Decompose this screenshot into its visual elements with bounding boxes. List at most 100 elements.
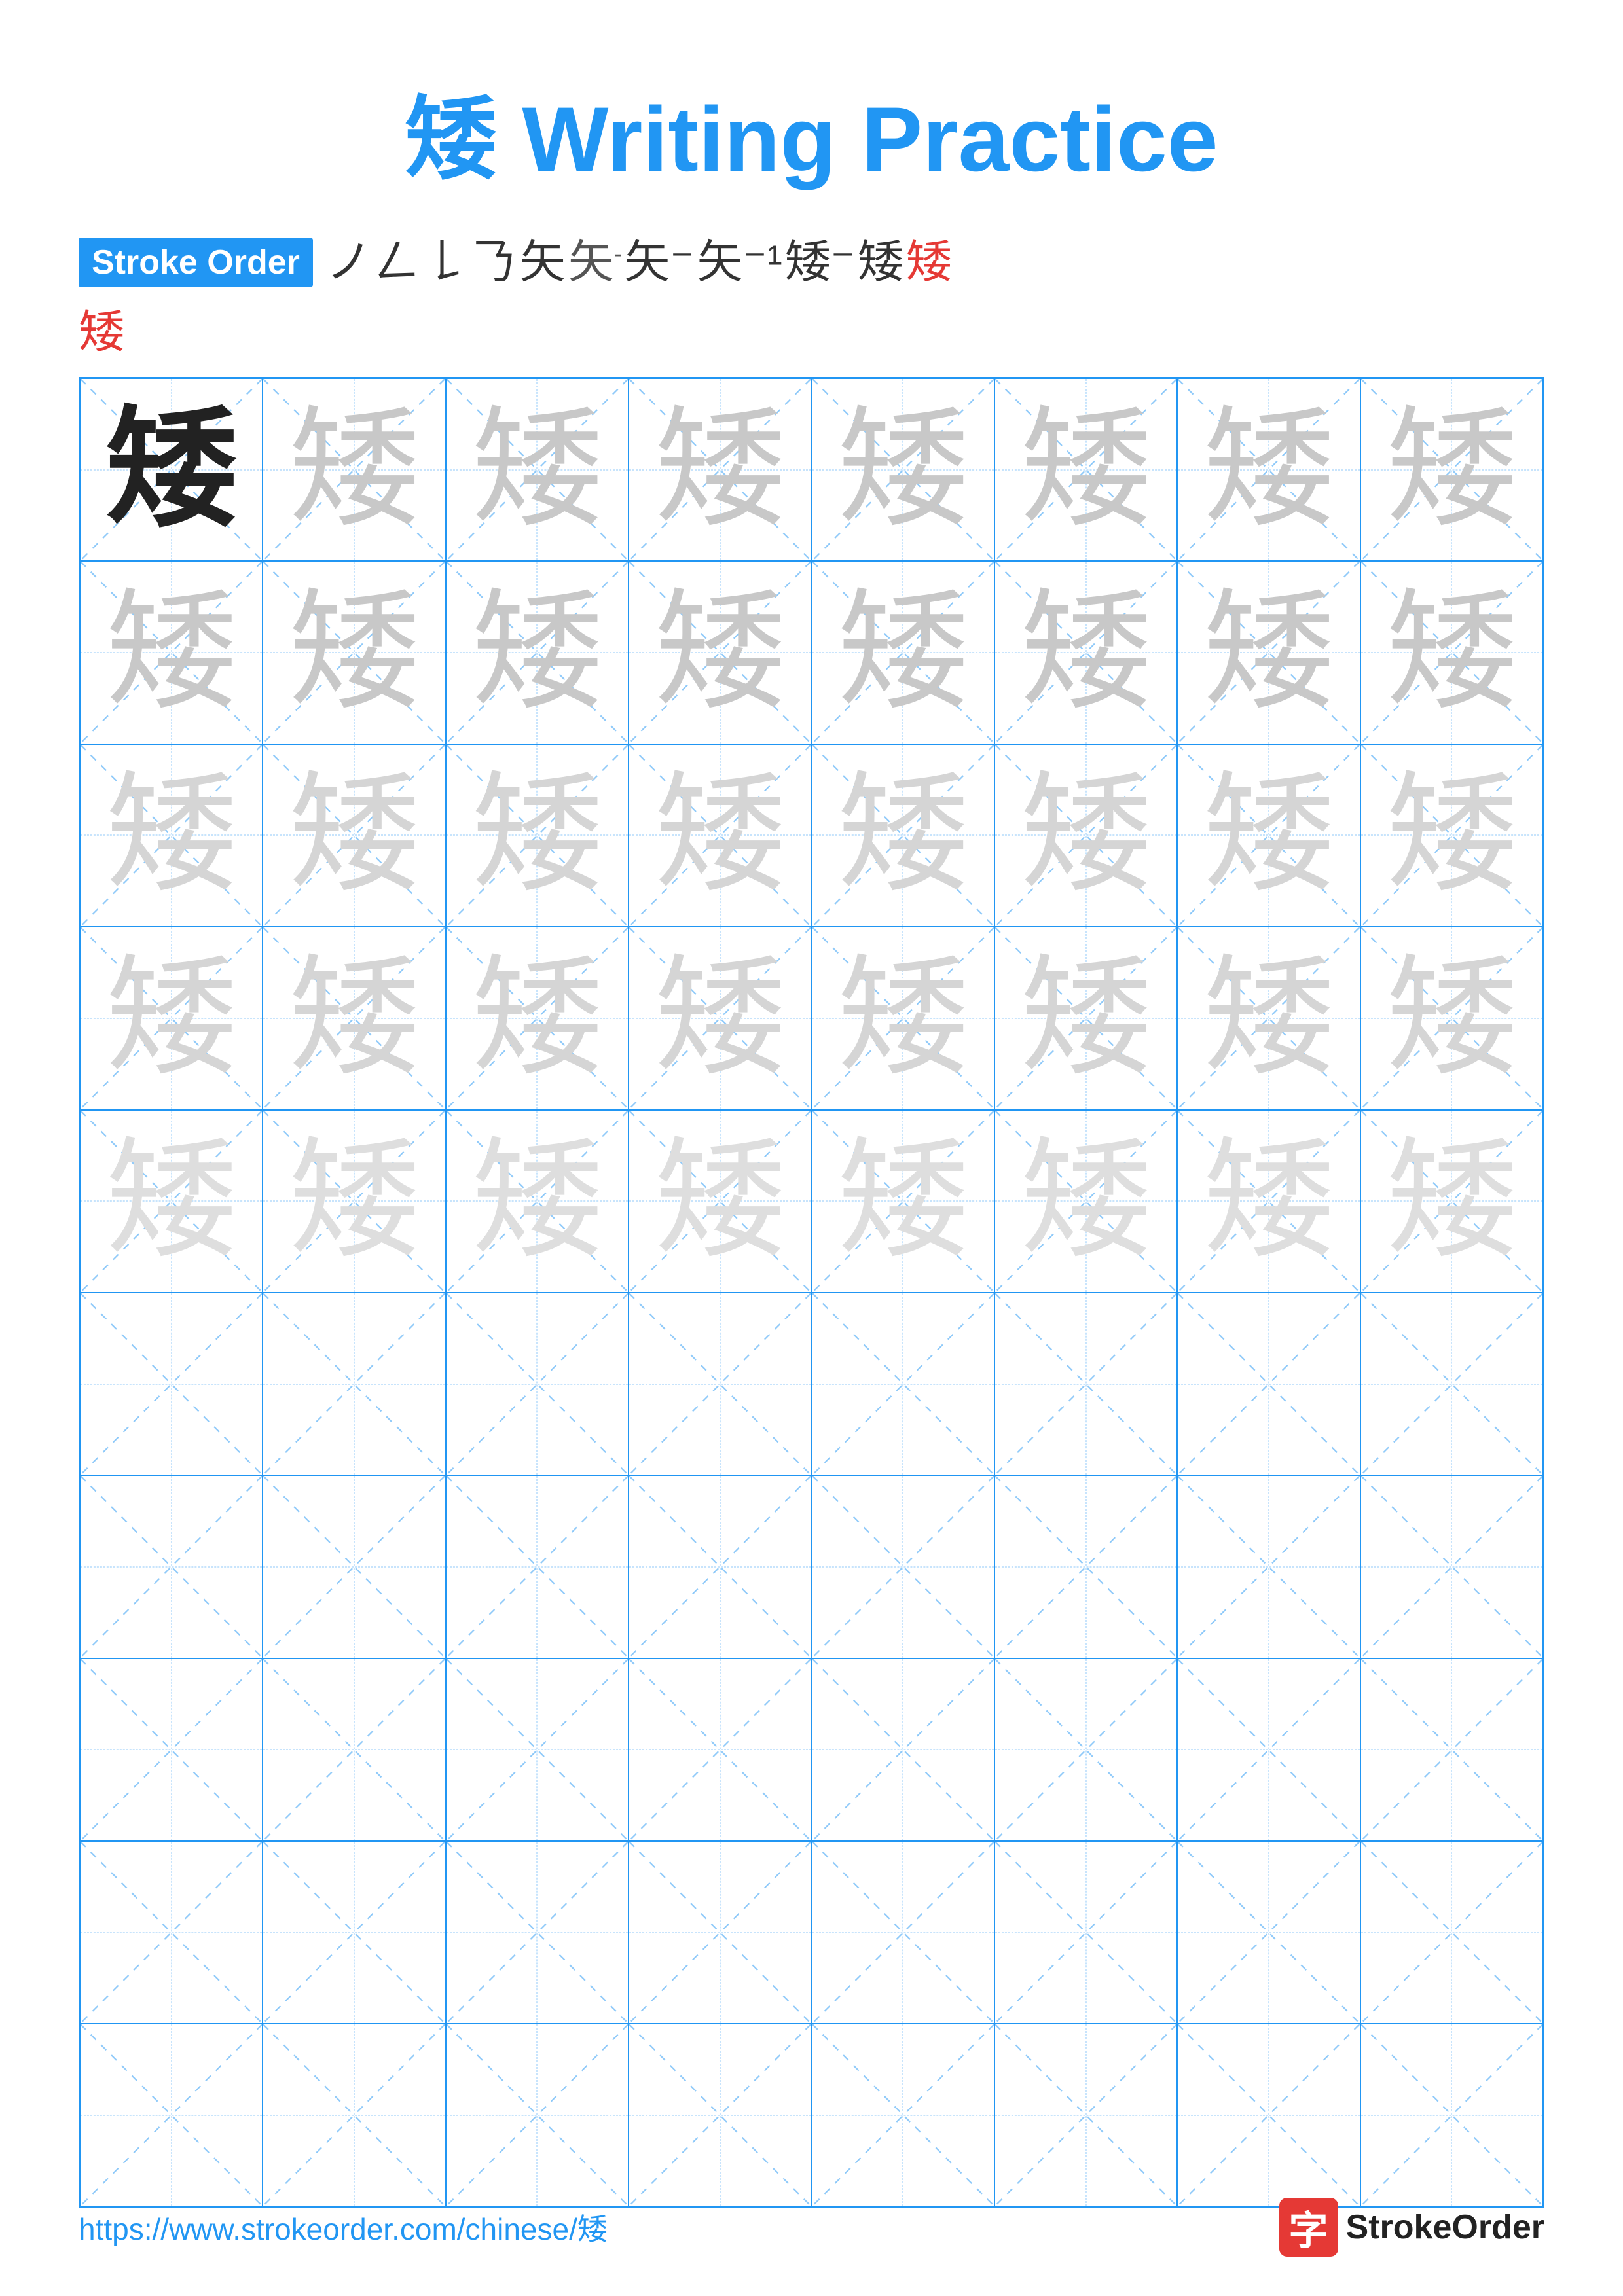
grid-cell-7-8[interactable] <box>1360 1475 1543 1658</box>
grid-cell-10-2[interactable] <box>263 2024 445 2206</box>
grid-cell-7-7[interactable] <box>1177 1475 1360 1658</box>
grid-cell-6-3[interactable] <box>446 1293 629 1475</box>
grid-cell-6-1[interactable] <box>80 1293 263 1475</box>
char-display: 矮 <box>289 770 420 901</box>
grid-cell-4-3[interactable]: 矮 <box>446 927 629 1109</box>
grid-cell-1-1[interactable]: 矮 <box>80 378 263 561</box>
grid-cell-7-5[interactable] <box>812 1475 994 1658</box>
grid-cell-5-5[interactable]: 矮 <box>812 1110 994 1293</box>
grid-cell-1-4[interactable]: 矮 <box>629 378 811 561</box>
grid-cell-6-8[interactable] <box>1360 1293 1543 1475</box>
grid-cell-3-8[interactable]: 矮 <box>1360 744 1543 927</box>
grid-cell-3-1[interactable]: 矮 <box>80 744 263 927</box>
grid-cell-4-7[interactable]: 矮 <box>1177 927 1360 1109</box>
grid-cell-3-2[interactable]: 矮 <box>263 744 445 927</box>
grid-cell-4-4[interactable]: 矮 <box>629 927 811 1109</box>
stroke-char-9: 矮⁻ <box>785 237 855 287</box>
grid-cell-10-1[interactable] <box>80 2024 263 2206</box>
grid-cell-2-4[interactable]: 矮 <box>629 561 811 744</box>
grid-cell-8-3[interactable] <box>446 1659 629 1841</box>
grid-cell-1-2[interactable]: 矮 <box>263 378 445 561</box>
grid-cell-6-5[interactable] <box>812 1293 994 1475</box>
grid-cell-3-4[interactable]: 矮 <box>629 744 811 927</box>
grid-cell-7-3[interactable] <box>446 1475 629 1658</box>
grid-row-8 <box>80 1659 1543 1841</box>
char-display: 矮 <box>471 404 602 535</box>
grid-cell-2-6[interactable]: 矮 <box>994 561 1177 744</box>
char-display: 矮 <box>655 770 786 901</box>
grid-cell-4-1[interactable]: 矮 <box>80 927 263 1109</box>
grid-cell-8-7[interactable] <box>1177 1659 1360 1841</box>
grid-cell-4-2[interactable]: 矮 <box>263 927 445 1109</box>
grid-cell-9-7[interactable] <box>1177 1841 1360 2024</box>
grid-cell-4-8[interactable]: 矮 <box>1360 927 1543 1109</box>
grid-cell-10-8[interactable] <box>1360 2024 1543 2206</box>
grid-cell-2-1[interactable]: 矮 <box>80 561 263 744</box>
grid-cell-7-2[interactable] <box>263 1475 445 1658</box>
grid-cell-8-5[interactable] <box>812 1659 994 1841</box>
grid-cell-8-8[interactable] <box>1360 1659 1543 1841</box>
grid-cell-5-1[interactable]: 矮 <box>80 1110 263 1293</box>
grid-cell-6-6[interactable] <box>994 1293 1177 1475</box>
grid-cell-2-5[interactable]: 矮 <box>812 561 994 744</box>
char-display: 矮 <box>1203 404 1334 535</box>
grid-cell-5-6[interactable]: 矮 <box>994 1110 1177 1293</box>
grid-cell-6-4[interactable] <box>629 1293 811 1475</box>
grid-cell-2-8[interactable]: 矮 <box>1360 561 1543 744</box>
stroke-char-2: 𠃋 <box>374 237 420 287</box>
grid-cell-1-7[interactable]: 矮 <box>1177 378 1360 561</box>
grid-cell-2-7[interactable]: 矮 <box>1177 561 1360 744</box>
grid-cell-1-8[interactable]: 矮 <box>1360 378 1543 561</box>
grid-cell-4-6[interactable]: 矮 <box>994 927 1177 1109</box>
char-display: 矮 <box>1386 1136 1517 1266</box>
char-display: 矮 <box>837 404 968 535</box>
char-display: 矮 <box>1203 770 1334 901</box>
grid-cell-10-6[interactable] <box>994 2024 1177 2206</box>
grid-cell-5-2[interactable]: 矮 <box>263 1110 445 1293</box>
grid-cell-2-2[interactable]: 矮 <box>263 561 445 744</box>
grid-cell-10-7[interactable] <box>1177 2024 1360 2206</box>
grid-cell-5-7[interactable]: 矮 <box>1177 1110 1360 1293</box>
grid-cell-9-3[interactable] <box>446 1841 629 2024</box>
char-display: 矮 <box>1386 587 1517 718</box>
grid-row-2: 矮 矮 矮 矮 矮 <box>80 561 1543 744</box>
grid-cell-3-5[interactable]: 矮 <box>812 744 994 927</box>
grid-cell-5-3[interactable]: 矮 <box>446 1110 629 1293</box>
grid-cell-7-1[interactable] <box>80 1475 263 1658</box>
grid-cell-10-3[interactable] <box>446 2024 629 2206</box>
grid-cell-1-5[interactable]: 矮 <box>812 378 994 561</box>
grid-cell-7-4[interactable] <box>629 1475 811 1658</box>
char-display: 矮 <box>471 1136 602 1266</box>
grid-cell-8-4[interactable] <box>629 1659 811 1841</box>
grid-cell-8-1[interactable] <box>80 1659 263 1841</box>
grid-cell-1-3[interactable]: 矮 <box>446 378 629 561</box>
grid-cell-2-3[interactable]: 矮 <box>446 561 629 744</box>
grid-cell-3-6[interactable]: 矮 <box>994 744 1177 927</box>
grid-cell-10-5[interactable] <box>812 2024 994 2206</box>
char-display: 矮 <box>837 1136 968 1266</box>
grid-cell-8-6[interactable] <box>994 1659 1177 1841</box>
grid-cell-3-7[interactable]: 矮 <box>1177 744 1360 927</box>
page: 矮 Writing Practice Stroke Order ノ 𠃋 𠄌 𠄎 … <box>0 0 1623 2296</box>
grid-row-7 <box>80 1475 1543 1658</box>
char-display: 矮 <box>1021 587 1152 718</box>
grid-cell-7-6[interactable] <box>994 1475 1177 1658</box>
grid-cell-4-5[interactable]: 矮 <box>812 927 994 1109</box>
char-display: 矮 <box>655 404 786 535</box>
grid-cell-9-2[interactable] <box>263 1841 445 2024</box>
grid-cell-9-5[interactable] <box>812 1841 994 2024</box>
grid-cell-9-4[interactable] <box>629 1841 811 2024</box>
grid-cell-6-7[interactable] <box>1177 1293 1360 1475</box>
grid-cell-9-6[interactable] <box>994 1841 1177 2024</box>
grid-cell-8-2[interactable] <box>263 1659 445 1841</box>
grid-cell-5-8[interactable]: 矮 <box>1360 1110 1543 1293</box>
grid-cell-9-1[interactable] <box>80 1841 263 2024</box>
grid-cell-6-2[interactable] <box>263 1293 445 1475</box>
grid-row-6 <box>80 1293 1543 1475</box>
grid-cell-3-3[interactable]: 矮 <box>446 744 629 927</box>
grid-cell-1-6[interactable]: 矮 <box>994 378 1177 561</box>
footer-url[interactable]: https://www.strokeorder.com/chinese/矮 <box>79 2206 608 2249</box>
grid-cell-10-4[interactable] <box>629 2024 811 2206</box>
grid-cell-9-8[interactable] <box>1360 1841 1543 2024</box>
grid-cell-5-4[interactable]: 矮 <box>629 1110 811 1293</box>
